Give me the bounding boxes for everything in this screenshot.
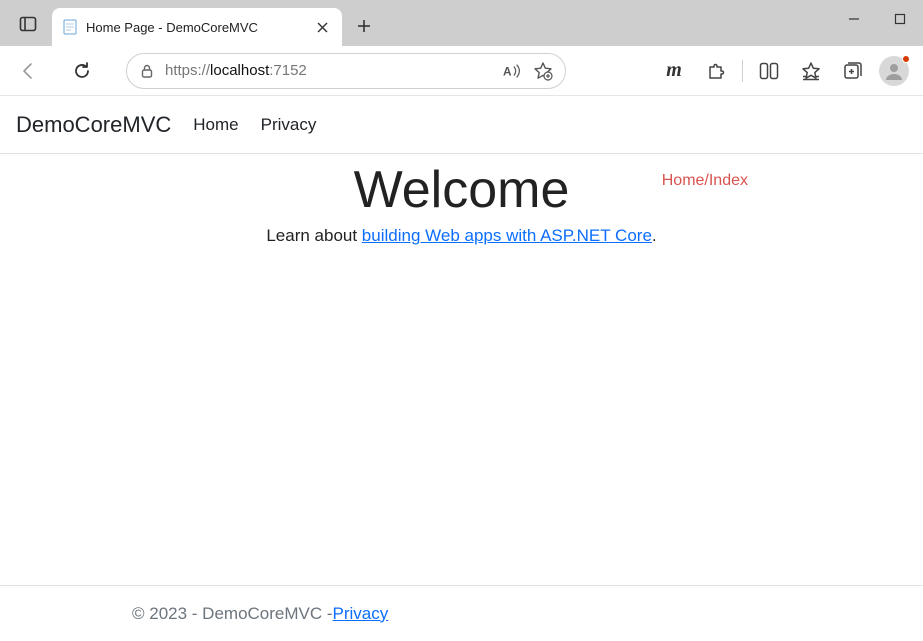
window-controls bbox=[831, 0, 923, 38]
footer-text: © 2023 - DemoCoreMVC - bbox=[132, 604, 333, 624]
profile-avatar[interactable] bbox=[879, 56, 909, 86]
lead-text: Learn about building Web apps with ASP.N… bbox=[0, 226, 923, 246]
m-extension-icon[interactable]: m bbox=[654, 53, 694, 89]
hero-section: Welcome Learn about building Web apps wi… bbox=[0, 160, 923, 246]
nav-link-home[interactable]: Home bbox=[193, 115, 238, 135]
url-text: https://localhost:7152 bbox=[165, 62, 493, 79]
footer-privacy-link[interactable]: Privacy bbox=[333, 604, 389, 624]
close-tab-button[interactable] bbox=[312, 17, 332, 37]
lead-link[interactable]: building Web apps with ASP.NET Core bbox=[362, 226, 652, 245]
page-content: Home/Index Welcome Learn about building … bbox=[0, 154, 923, 585]
refresh-button[interactable] bbox=[64, 53, 100, 89]
toolbar-right: m bbox=[654, 53, 913, 89]
minimize-button[interactable] bbox=[831, 0, 877, 38]
collections-icon[interactable] bbox=[833, 53, 873, 89]
browser-tab-strip: Home Page - DemoCoreMVC bbox=[0, 0, 923, 46]
browser-toolbar: https://localhost:7152 A m bbox=[0, 46, 923, 96]
route-annotation: Home/Index bbox=[662, 172, 748, 190]
split-screen-icon[interactable] bbox=[749, 53, 789, 89]
maximize-button[interactable] bbox=[877, 0, 923, 38]
browser-tab-title: Home Page - DemoCoreMVC bbox=[86, 20, 304, 35]
site-lock-icon[interactable] bbox=[139, 63, 155, 79]
notification-dot-icon bbox=[902, 55, 910, 63]
add-favorite-icon[interactable] bbox=[533, 61, 553, 81]
page-viewport: DemoCoreMVC Home Privacy Home/Index Welc… bbox=[0, 96, 923, 641]
site-footer: © 2023 - DemoCoreMVC - Privacy bbox=[0, 585, 923, 641]
extensions-icon[interactable] bbox=[696, 53, 736, 89]
site-navbar: DemoCoreMVC Home Privacy bbox=[0, 96, 923, 154]
favorites-icon[interactable] bbox=[791, 53, 831, 89]
page-favicon bbox=[62, 19, 78, 35]
page-title: Welcome bbox=[0, 160, 923, 220]
toolbar-divider bbox=[742, 60, 743, 82]
browser-tab[interactable]: Home Page - DemoCoreMVC bbox=[52, 8, 342, 46]
new-tab-button[interactable] bbox=[348, 10, 380, 42]
brand-link[interactable]: DemoCoreMVC bbox=[16, 112, 171, 138]
tab-actions-icon[interactable] bbox=[8, 4, 48, 44]
lead-suffix: . bbox=[652, 226, 657, 245]
svg-text:A: A bbox=[503, 64, 512, 78]
nav-link-privacy[interactable]: Privacy bbox=[261, 115, 317, 135]
read-aloud-icon[interactable]: A bbox=[503, 62, 523, 80]
back-button[interactable] bbox=[10, 53, 46, 89]
address-bar[interactable]: https://localhost:7152 A bbox=[126, 53, 566, 89]
lead-prefix: Learn about bbox=[266, 226, 361, 245]
